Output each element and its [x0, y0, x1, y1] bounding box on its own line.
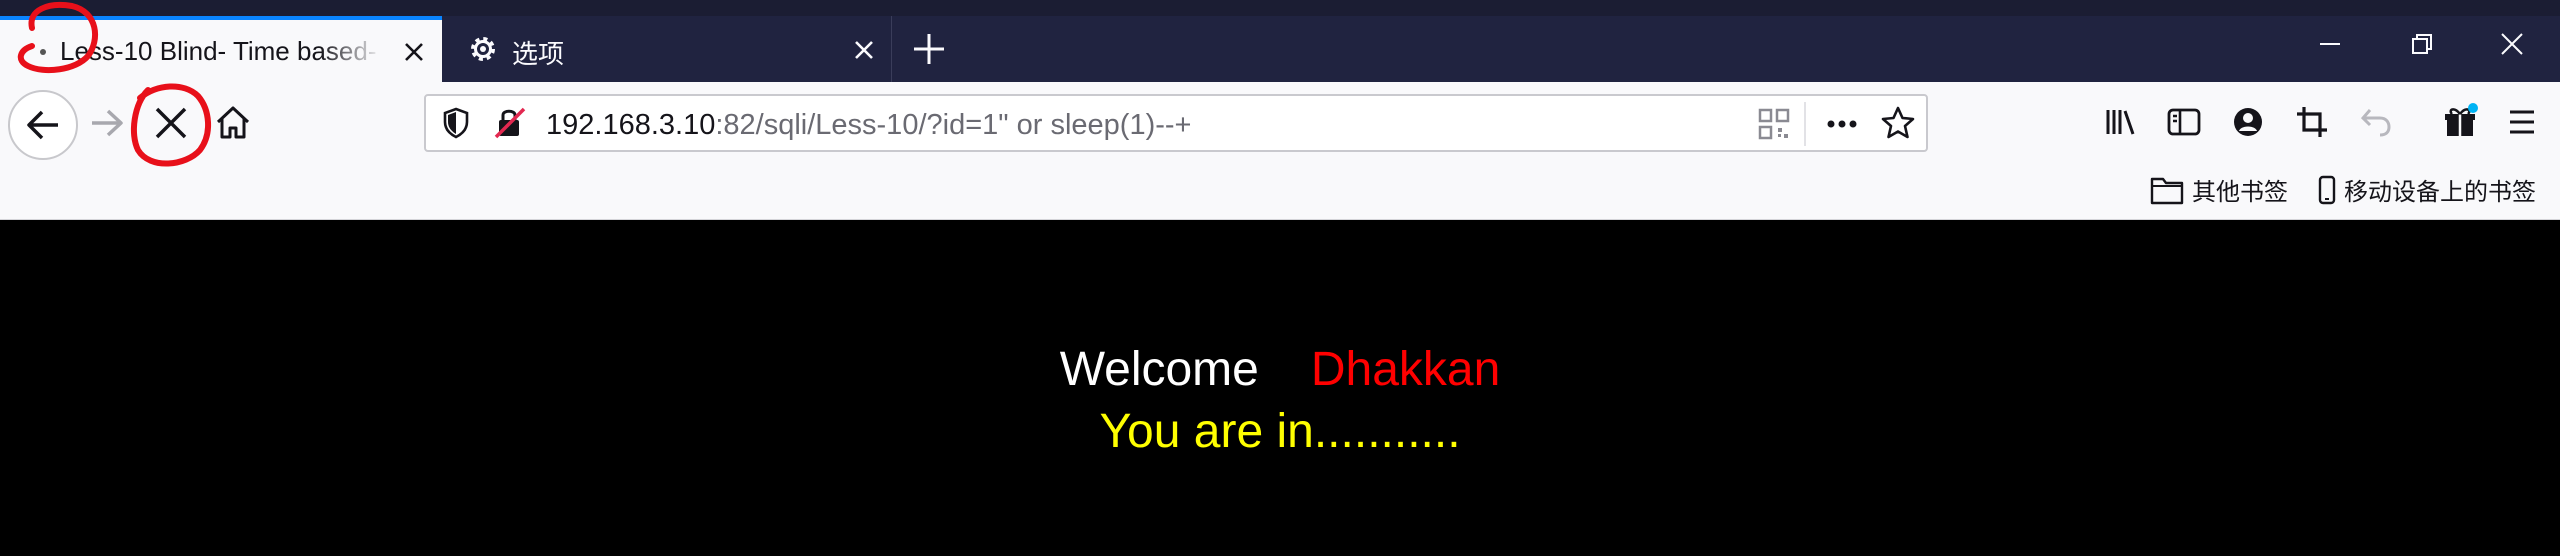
back-arrow-icon [27, 110, 58, 140]
tab-title-fade [320, 30, 382, 70]
welcome-text: Welcome [1059, 343, 1259, 396]
tab-options[interactable]: 选项 [446, 16, 892, 82]
url-text[interactable]: 192.168.3.10:82/sqli/Less-10/?id=1" or s… [546, 109, 1191, 142]
loading-dot-icon [40, 49, 46, 55]
url-path: :82/sqli/Less-10/?id=1" or sleep(1)--+ [715, 109, 1192, 141]
crop-icon[interactable] [2292, 102, 2332, 142]
shield-icon[interactable] [436, 103, 476, 143]
close-icon[interactable] [398, 36, 430, 68]
minimize-icon[interactable] [2316, 30, 2344, 58]
menu-icon[interactable] [2502, 102, 2542, 142]
window-close-icon[interactable] [2498, 30, 2526, 58]
tab-strip: Less-10 Blind- Time based- Double Quotes… [0, 0, 2560, 82]
restore-icon[interactable] [2408, 30, 2436, 58]
address-bar[interactable]: 192.168.3.10:82/sqli/Less-10/?id=1" or s… [424, 94, 1928, 152]
bookmark-mobile[interactable]: 移动设备上的书签 [2318, 172, 2536, 207]
bookmarks-toolbar: 其他书签 移动设备上的书签 [0, 162, 2560, 220]
bookmark-label: 其他书签 [2192, 179, 2288, 206]
tab-title: 选项 [512, 39, 565, 69]
account-icon[interactable] [2228, 102, 2268, 142]
undo-icon[interactable] [2356, 102, 2396, 142]
back-button[interactable] [8, 90, 78, 160]
home-icon[interactable] [206, 96, 260, 150]
close-icon[interactable] [848, 34, 880, 66]
url-host: 192.168.3.10 [546, 109, 716, 141]
qr-code-icon[interactable] [1754, 104, 1794, 144]
library-icon[interactable] [2100, 102, 2140, 142]
stop-icon[interactable] [144, 96, 198, 150]
welcome-line: Welcome Dhakkan [0, 342, 2560, 397]
bookmark-label: 移动设备上的书签 [2344, 179, 2536, 206]
urlbar-separator [1804, 102, 1806, 146]
insecure-lock-icon[interactable] [490, 103, 530, 143]
forward-arrow-icon[interactable] [80, 96, 134, 150]
bookmark-other[interactable]: 其他书签 [2150, 172, 2288, 207]
browser-window: Less-10 Blind- Time based- Double Quotes… [0, 0, 2560, 556]
status-message: You are in........... [1099, 405, 1461, 458]
folder-icon [2150, 177, 2184, 204]
page-content: Welcome Dhakkan You are in........... [0, 220, 2560, 556]
sidebar-icon[interactable] [2164, 102, 2204, 142]
gear-icon [471, 37, 495, 61]
navigation-toolbar: 192.168.3.10:82/sqli/Less-10/?id=1" or s… [0, 82, 2560, 162]
plus-icon[interactable] [910, 30, 948, 68]
more-icon[interactable] [1822, 104, 1862, 144]
gift-icon[interactable] [2440, 102, 2480, 142]
phone-icon [2318, 175, 2336, 204]
title-bar [0, 0, 2560, 16]
user-name: Dhakkan [1310, 343, 1501, 396]
star-icon[interactable] [1878, 103, 1918, 143]
tab-less-10[interactable]: Less-10 Blind- Time based- Double Quotes [0, 16, 442, 82]
